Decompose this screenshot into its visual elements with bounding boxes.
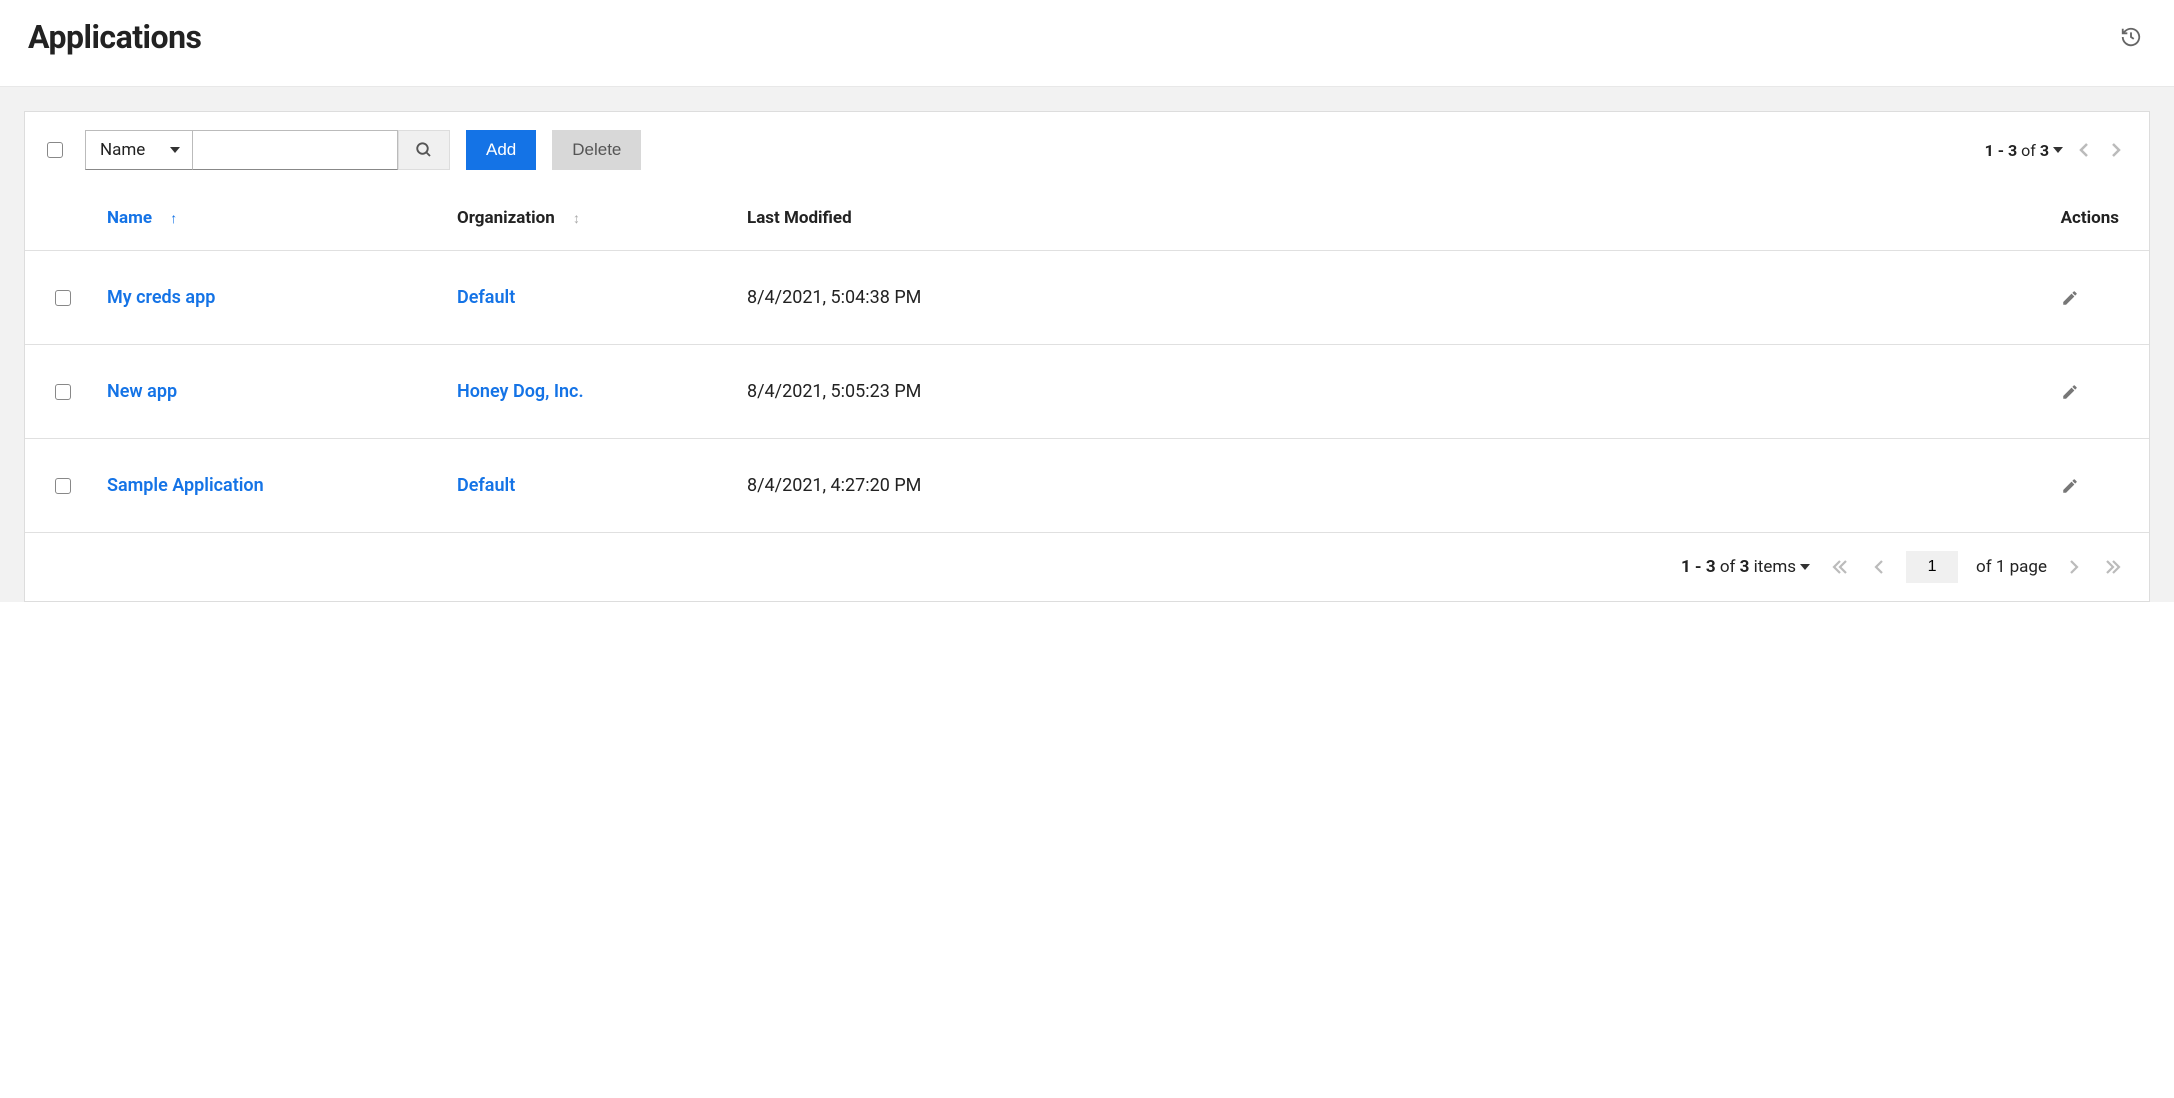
footer-range: 1 - 3 — [1681, 557, 1716, 577]
caret-down-icon — [1800, 564, 1810, 570]
page-number-input[interactable] — [1906, 551, 1958, 583]
sort-asc-icon: ↑ — [170, 211, 177, 227]
top-pager: 1 - 3 of 3 — [1985, 137, 2127, 163]
search-input[interactable] — [193, 130, 398, 170]
applications-card: Name Add Delete 1 - 3 — [24, 111, 2150, 602]
footer-items-summary[interactable]: 1 - 3 of 3 items — [1681, 557, 1810, 577]
page-title: Applications — [28, 18, 201, 56]
history-icon[interactable] — [2116, 22, 2146, 52]
search-icon — [415, 141, 433, 159]
top-pager-summary[interactable]: 1 - 3 of 3 — [1985, 141, 2063, 160]
toolbar: Name Add Delete 1 - 3 — [25, 112, 2149, 188]
page-header: Applications — [0, 0, 2174, 87]
search-button[interactable] — [398, 130, 450, 170]
edit-icon[interactable] — [2061, 383, 2119, 401]
table-row: My creds app Default 8/4/2021, 5:04:38 PM — [25, 251, 2149, 345]
filter-field-label: Name — [100, 140, 145, 160]
footer-items-label: items — [1754, 557, 1796, 577]
organization-link[interactable]: Honey Dog, Inc. — [457, 381, 584, 402]
sort-neutral-icon: ↕ — [573, 211, 580, 227]
prev-page-button[interactable] — [1870, 556, 1888, 578]
footer-of-page: of 1 page — [1976, 557, 2047, 577]
organization-link[interactable]: Default — [457, 475, 515, 496]
row-checkbox[interactable] — [55, 478, 71, 494]
column-header-actions: Actions — [2049, 188, 2149, 251]
last-modified-text: 8/4/2021, 5:04:38 PM — [747, 287, 921, 308]
last-page-button[interactable] — [2101, 556, 2125, 578]
app-name-link[interactable]: Sample Application — [107, 475, 264, 496]
column-header-name[interactable]: Name ↑ — [95, 188, 445, 251]
column-header-organization[interactable]: Organization ↕ — [445, 188, 735, 251]
edit-icon[interactable] — [2061, 289, 2119, 307]
prev-page-arrow[interactable] — [2073, 137, 2095, 163]
top-pager-total: 3 — [2040, 141, 2049, 160]
row-checkbox[interactable] — [55, 290, 71, 306]
select-all-checkbox[interactable] — [47, 142, 63, 158]
app-name-link[interactable]: My creds app — [107, 287, 215, 308]
footer-total: 3 — [1740, 557, 1750, 577]
caret-down-icon — [2053, 147, 2063, 153]
organization-link[interactable]: Default — [457, 287, 515, 308]
filter-field-select[interactable]: Name — [85, 130, 193, 170]
caret-down-icon — [170, 147, 180, 153]
column-header-last-modified[interactable]: Last Modified — [735, 188, 2049, 251]
applications-table: Name ↑ Organization ↕ Last Modified Acti… — [25, 188, 2149, 533]
footer-pager: 1 - 3 of 3 items of 1 page — [25, 533, 2149, 601]
first-page-button[interactable] — [1828, 556, 1852, 578]
footer-of: of — [1720, 557, 1736, 577]
row-checkbox[interactable] — [55, 384, 71, 400]
table-row: New app Honey Dog, Inc. 8/4/2021, 5:05:23 … — [25, 345, 2149, 439]
delete-button[interactable]: Delete — [552, 130, 641, 170]
top-pager-of: of — [2021, 141, 2036, 160]
search-group — [193, 130, 450, 170]
app-name-link[interactable]: New app — [107, 381, 177, 402]
last-modified-text: 8/4/2021, 4:27:20 PM — [747, 475, 921, 496]
add-button[interactable]: Add — [466, 130, 536, 170]
top-pager-range: 1 - 3 — [1985, 141, 2018, 160]
edit-icon[interactable] — [2061, 477, 2119, 495]
last-modified-text: 8/4/2021, 5:05:23 PM — [747, 381, 921, 402]
next-page-arrow[interactable] — [2105, 137, 2127, 163]
table-row: Sample Application Default 8/4/2021, 4:27:… — [25, 439, 2149, 533]
content-area: Name Add Delete 1 - 3 — [0, 87, 2174, 602]
next-page-button[interactable] — [2065, 556, 2083, 578]
